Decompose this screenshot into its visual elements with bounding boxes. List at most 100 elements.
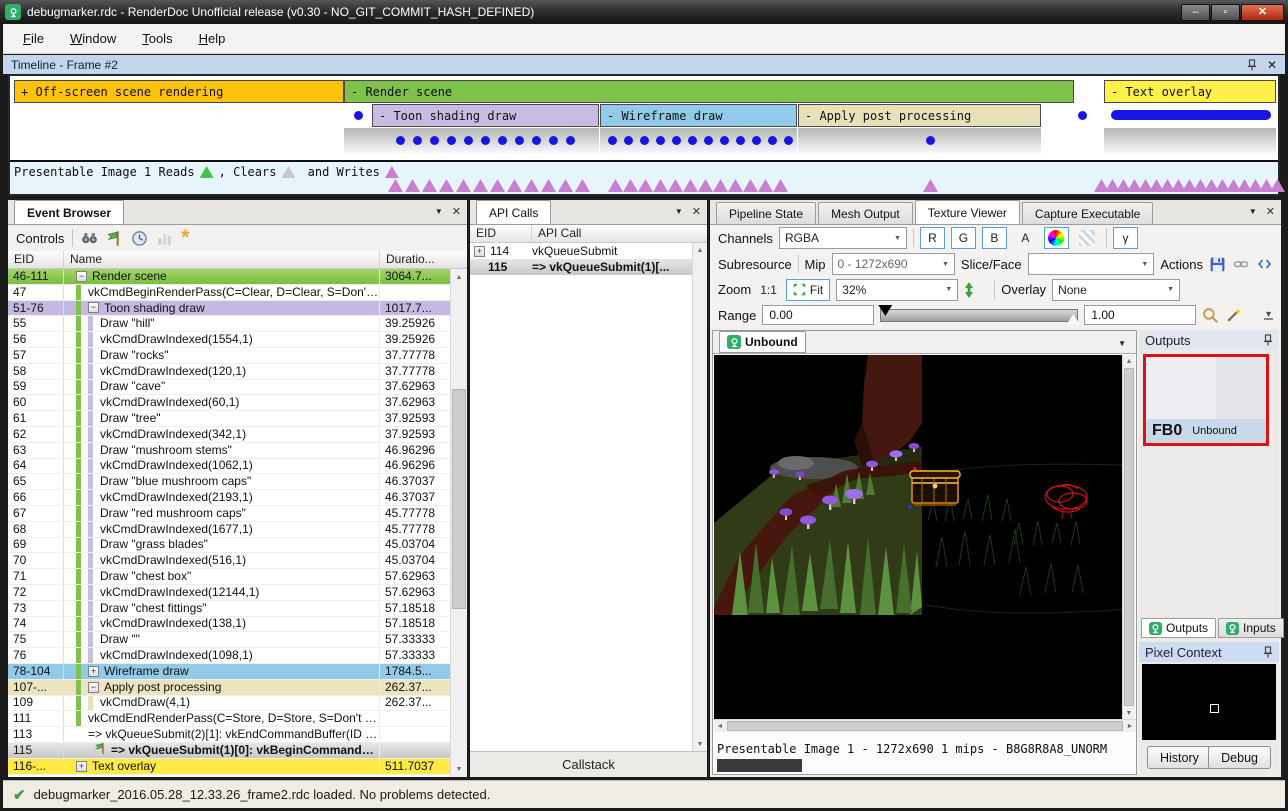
find-event-icon[interactable]	[81, 230, 98, 247]
timeline-marker-bar[interactable]: - Toon shading draw	[372, 104, 599, 127]
fb0-thumbnail[interactable]: FB0 Unbound	[1143, 354, 1269, 446]
collapse-icon[interactable]: −	[88, 682, 99, 693]
usage-triangle[interactable]	[558, 179, 573, 192]
timeline-draw-dot[interactable]	[640, 136, 649, 145]
usage-triangle[interactable]	[524, 179, 539, 192]
maximize-button[interactable]: ▫	[1211, 4, 1240, 21]
event-row[interactable]: 69Draw "grass blades"45.03704	[8, 538, 450, 554]
event-row[interactable]: 113=> vkQueueSubmit(2)[1]: vkEndCommandB…	[8, 727, 450, 743]
collapse-icon[interactable]: −	[88, 302, 99, 313]
event-row[interactable]: 115=> vkQueueSubmit(1)[0]: vkBeginComman…	[8, 743, 450, 759]
event-row[interactable]: 57Draw "rocks"37.77778	[8, 348, 450, 364]
pixel-context-pin-icon[interactable]	[1263, 646, 1273, 658]
bookmark-icon[interactable]: *	[181, 233, 189, 243]
red-channel-button[interactable]: R	[920, 227, 945, 249]
flip-y-icon[interactable]	[964, 282, 974, 298]
usage-triangle[interactable]	[623, 179, 638, 192]
mip-select[interactable]: 0 - 1272x690▼	[832, 253, 955, 275]
usage-triangle[interactable]	[923, 179, 938, 192]
timeline-pin-icon[interactable]	[1247, 58, 1257, 72]
usage-triangle[interactable]	[439, 179, 454, 192]
event-row[interactable]: 109vkCmdDraw(4,1)262.37...	[8, 696, 450, 712]
tab-capture-executable[interactable]: Capture Executable	[1022, 202, 1153, 224]
usage-triangle[interactable]	[773, 179, 788, 192]
timeline-draw-dot[interactable]	[672, 136, 681, 145]
slice-face-select[interactable]: ▼	[1028, 253, 1155, 275]
scroll-thumb[interactable]	[452, 389, 466, 609]
checker-background-button[interactable]	[1075, 227, 1100, 249]
event-row[interactable]: 55Draw "hill"39.25926	[8, 316, 450, 332]
api-call-list[interactable]: +114vkQueueSubmit115=> vkQueueSubmit(1)[…	[470, 243, 707, 751]
event-row[interactable]: 116-...+Text overlay511.7037	[8, 759, 450, 775]
blue-channel-button[interactable]: B	[982, 227, 1007, 249]
event-row[interactable]: 47vkCmdBeginRenderPass(C=Clear, D=Clear,…	[8, 285, 450, 301]
timeline-header[interactable]: Timeline - Frame #2 ✕	[3, 55, 1285, 74]
scroll-right-icon[interactable]: ►	[1124, 720, 1136, 732]
gamma-button[interactable]: γ	[1113, 227, 1138, 249]
event-row[interactable]: 107-...−Apply post processing262.37...	[8, 680, 450, 696]
tab-mesh-output[interactable]: Mesh Output	[818, 202, 913, 224]
timeline-draw-dot[interactable]	[549, 136, 558, 145]
close-button[interactable]: ✕	[1241, 4, 1284, 21]
timeline-draw-dot[interactable]	[354, 111, 363, 120]
zoom-fit-button[interactable]: Fit	[786, 279, 830, 301]
timeline-draw-dot[interactable]	[566, 136, 575, 145]
scroll-left-icon[interactable]: ◄	[714, 720, 726, 732]
timeline-draw-dot[interactable]	[481, 136, 490, 145]
timeline-draw-bar[interactable]	[1111, 110, 1271, 120]
timeline-canvas[interactable]: + Off-screen scene rendering- Render sce…	[10, 76, 1278, 160]
event-row[interactable]: 51-76−Toon shading draw1017.7...	[8, 301, 450, 317]
event-row[interactable]: 76vkCmdDrawIndexed(1098,1)57.33333	[8, 648, 450, 664]
alpha-channel-button[interactable]: A	[1013, 227, 1038, 249]
debug-button[interactable]: Debug	[1208, 746, 1271, 769]
event-row[interactable]: 62vkCmdDrawIndexed(342,1)37.92593	[8, 427, 450, 443]
usage-triangle[interactable]	[653, 179, 668, 192]
timeline-draw-dot[interactable]	[768, 136, 777, 145]
timeline-draw-dot[interactable]	[688, 136, 697, 145]
timeline-draw-dot[interactable]	[498, 136, 507, 145]
usage-triangle[interactable]	[743, 179, 758, 192]
zoom-1to1-button[interactable]: 1:1	[757, 279, 780, 301]
usage-triangle[interactable]	[758, 179, 773, 192]
texture-vscroll[interactable]: ▲ ▼	[1122, 355, 1135, 719]
event-row[interactable]: 111vkCmdEndRenderPass(C=Store, D=Store, …	[8, 711, 450, 727]
event-row[interactable]: 63Draw "mushroom stems"46.96296	[8, 443, 450, 459]
pixel-context-view[interactable]	[1142, 664, 1276, 740]
timeline-draw-dot[interactable]	[752, 136, 761, 145]
autofit-range-icon[interactable]	[1202, 307, 1219, 324]
tab-api-calls[interactable]: API Calls	[476, 200, 551, 224]
minimize-button[interactable]: –	[1181, 4, 1210, 21]
usage-triangle[interactable]	[507, 179, 522, 192]
event-row[interactable]: 64vkCmdDrawIndexed(1062,1)46.96296	[8, 459, 450, 475]
usage-triangle[interactable]	[490, 179, 505, 192]
timeline-close-icon[interactable]: ✕	[1267, 58, 1277, 72]
history-button[interactable]: History	[1147, 746, 1212, 769]
usage-triangle[interactable]	[422, 179, 437, 192]
usage-triangle[interactable]	[405, 179, 420, 192]
texture-list-dropdown-icon[interactable]: ▼	[1118, 339, 1126, 348]
timeline-draw-dot[interactable]	[736, 136, 745, 145]
usage-triangle[interactable]	[698, 179, 713, 192]
scroll-up-icon[interactable]: ▲	[451, 269, 467, 285]
event-browser-close-icon[interactable]: ✕	[452, 205, 461, 218]
timeline-marker-bar[interactable]: + Off-screen scene rendering	[14, 80, 344, 103]
event-row[interactable]: 58vkCmdDrawIndexed(120,1)37.77778	[8, 364, 450, 380]
timeline-draw-dot[interactable]	[396, 136, 405, 145]
timeline-draw-dot[interactable]	[413, 136, 422, 145]
timeline-marker-bar[interactable]: - Apply post processing	[798, 104, 1041, 127]
event-row[interactable]: 74vkCmdDrawIndexed(138,1)57.18518	[8, 617, 450, 633]
event-row[interactable]: 71Draw "chest box"57.62963	[8, 569, 450, 585]
event-row[interactable]: 56vkCmdDrawIndexed(1554,1)39.25926	[8, 332, 450, 348]
range-options-icon[interactable]: ▼	[1264, 311, 1273, 320]
tab-outputs[interactable]: Outputs	[1141, 618, 1216, 638]
title-bar[interactable]: debugmarker.rdc - RenderDoc Unofficial r…	[0, 0, 1288, 24]
scroll-up-icon[interactable]: ▲	[693, 243, 707, 257]
usage-triangle[interactable]	[1270, 179, 1285, 192]
usage-triangle[interactable]	[388, 179, 403, 192]
zoom-select[interactable]: 32%▼	[836, 279, 958, 301]
timeline-draw-dot[interactable]	[704, 136, 713, 145]
texture-viewer-close-icon[interactable]: ✕	[1266, 205, 1275, 218]
scroll-down-icon[interactable]: ▼	[451, 761, 467, 777]
event-list-scrollbar[interactable]: ▲ ▼	[450, 269, 467, 777]
scroll-down-icon[interactable]: ▼	[693, 737, 707, 751]
